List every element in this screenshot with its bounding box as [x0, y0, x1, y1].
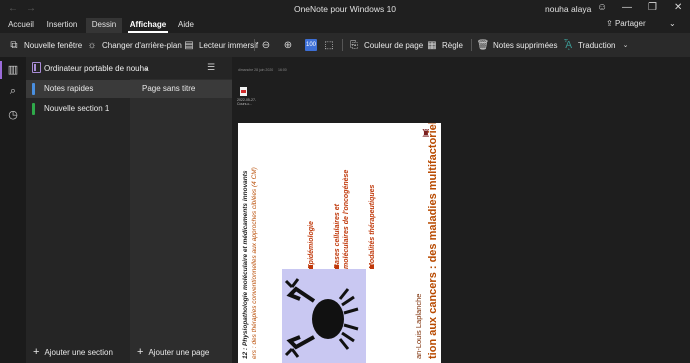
page-color-label: Couleur de page [364, 40, 424, 50]
tab-affichage[interactable]: Affichage [128, 18, 168, 33]
pages-pane [130, 57, 232, 363]
share-button[interactable]: ⇪ Partager [606, 19, 646, 28]
attachment-name[interactable]: 2022-05-27-Cours-c... [237, 98, 263, 106]
section-color-tab [32, 83, 35, 95]
change-background-button[interactable]: ☼ Changer d'arrière-plan [86, 33, 182, 57]
new-window-label: Nouvelle fenêtre [24, 40, 83, 50]
chevron-down-icon[interactable]: ⌄ [143, 63, 150, 72]
deleted-notes-label: Notes supprimées [493, 40, 558, 50]
immersive-reader-button[interactable]: ▤ Lecteur immersif [183, 33, 258, 57]
crab-illustration [282, 269, 366, 363]
course-subtitle: ers : des thérapies conventionnelles aux… [251, 167, 258, 359]
toolbar-divider [342, 39, 343, 51]
zoom-out-icon: ⊖ [261, 39, 271, 51]
chevron-down-icon: ⌄ [622, 42, 629, 49]
trash-icon: 🗑 [476, 39, 490, 51]
pdf-file-icon[interactable] [240, 87, 247, 96]
section-item-notes-rapides[interactable]: Notes rapides [26, 80, 130, 98]
share-icon: ⇪ [606, 19, 613, 28]
tab-aide[interactable]: Aide [174, 18, 198, 33]
immersive-reader-icon: ▤ [184, 39, 194, 51]
page-item[interactable]: Page sans titre [130, 80, 232, 98]
deleted-notes-button[interactable]: 🗑 Notes supprimées [476, 33, 558, 57]
page-width-icon: ⬚ [324, 39, 334, 51]
zoom-in-icon: ⊕ [283, 39, 293, 51]
notebook-icon [32, 62, 41, 73]
ruler-label: Règle [442, 40, 463, 50]
tab-accueil[interactable]: Accueil [2, 18, 40, 33]
add-page-label: Ajouter une page [148, 347, 210, 357]
more-options-button[interactable]: ⌄ [669, 19, 676, 28]
translation-button[interactable]: ᾏ Traduction ⌄ [562, 33, 632, 57]
title-bar: ← → OneNote pour Windows 10 nouha alaya … [0, 0, 690, 18]
page-date: dimanche 28 juin 2020 [238, 68, 274, 72]
section-item-nouvelle-section[interactable]: Nouvelle section 1 [26, 100, 130, 118]
crab-icon [284, 278, 359, 358]
slide-title: tion aux cancers : des maladies multifac… [427, 123, 439, 359]
user-name[interactable]: nouha alaya [545, 4, 591, 14]
plus-icon: + [33, 346, 40, 358]
translation-label: Traduction [578, 40, 616, 50]
page-label: Page sans titre [142, 84, 196, 93]
tab-dessin[interactable]: Dessin [86, 18, 122, 33]
page-color-icon: ⎘ [350, 39, 358, 51]
search-icon[interactable]: ⌕ [6, 84, 20, 98]
share-label: Partager [614, 19, 646, 28]
slide-author: an-Louis Laplanche [414, 293, 423, 359]
toolbar: ⧉ Nouvelle fenêtre ☼ Changer d'arrière-p… [0, 33, 690, 57]
add-section-label: Ajouter une section [44, 347, 113, 357]
zoom-out-button[interactable]: ⊖ [260, 33, 272, 57]
page-width-button[interactable]: ⬚ [323, 33, 335, 57]
add-page-button[interactable]: + Ajouter une page [137, 346, 209, 358]
section-label: Notes rapides [44, 84, 94, 93]
section-label: Nouvelle section 1 [44, 104, 110, 113]
change-background-label: Changer d'arrière-plan [102, 40, 182, 50]
page-color-button[interactable]: ⎘ Couleur de page [348, 33, 423, 57]
ribbon-tabs: Accueil Insertion Dessin Affichage Aide [0, 18, 690, 33]
feedback-icon[interactable]: ☺ [597, 2, 607, 13]
section-color-tab [32, 103, 35, 115]
toolbar-divider [254, 39, 255, 51]
zoom-100-icon: 100 [305, 39, 317, 51]
new-window-button[interactable]: ⧉ Nouvelle fenêtre [8, 33, 82, 57]
new-window-icon: ⧉ [10, 39, 18, 51]
zoom-100-button[interactable]: 100 [305, 33, 317, 57]
immersive-reader-label: Lecteur immersif [199, 40, 259, 50]
ruler-button[interactable]: ▦ Règle [426, 33, 463, 57]
bullet-epidemiologie: Epidémiologie [308, 221, 315, 269]
pdf-printout-slide: ♜ 12 : Physiopathologie moléculaire et m… [238, 123, 441, 363]
page-time: 16:00 [278, 68, 287, 72]
bullet-modalites: Modalités thérapeutiques [369, 184, 376, 269]
maximize-icon[interactable]: ❐ [648, 2, 657, 13]
notebooks-icon[interactable]: ▥ [0, 61, 20, 79]
bullet-bases-moleculaires: moléculaires de l'oncogénèse [343, 169, 350, 269]
plus-icon: + [137, 346, 144, 358]
translate-icon: ᾏ [563, 39, 573, 51]
course-title: 12 : Physiopathologie moléculaire et méd… [242, 170, 249, 359]
minimize-icon[interactable]: — [622, 2, 632, 13]
close-icon[interactable]: ✕ [674, 2, 682, 13]
tab-insertion[interactable]: Insertion [42, 18, 82, 33]
recent-clock-icon[interactable]: ◷ [6, 108, 20, 122]
zoom-in-button[interactable]: ⊕ [282, 33, 294, 57]
ruler-icon: ▦ [427, 39, 437, 51]
sun-icon: ☼ [87, 39, 97, 51]
bullet-bases-cellulaires: Bases cellulaires et [334, 204, 341, 269]
toolbar-divider [471, 39, 472, 51]
sort-icon[interactable]: ☰ [207, 62, 215, 73]
navigation-rail: ▥ ⌕ ◷ [0, 57, 26, 363]
notebook-name[interactable]: Ordinateur portable de nouha [44, 64, 149, 73]
add-section-button[interactable]: + Ajouter une section [33, 346, 113, 358]
